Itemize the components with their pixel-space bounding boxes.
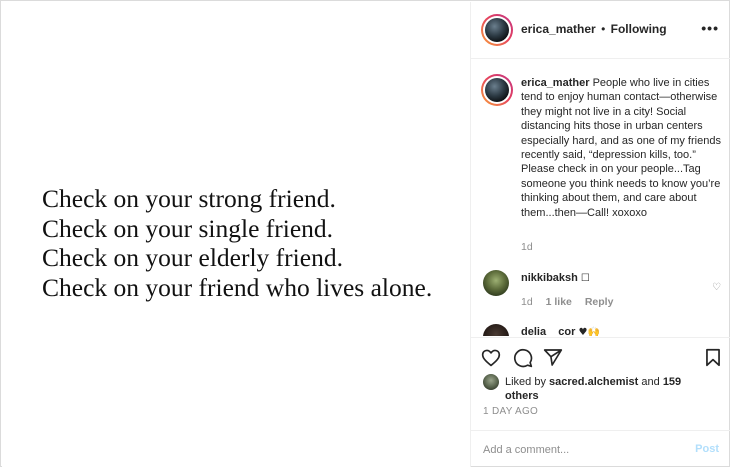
separator-dot: • [601,22,606,36]
commenter-username[interactable]: nikkibaksh [521,272,578,284]
like-heart-icon[interactable] [481,348,501,367]
image-line: Check on your friend who lives alone. [42,272,433,302]
following-status[interactable]: Following [611,22,667,36]
post-comment-button[interactable]: Post [695,443,719,455]
comment-line: nikkibaksh ☐ [521,272,590,284]
comment-like-heart-icon[interactable]: ♡ [712,282,721,293]
caption-username-link[interactable]: erica_mather [521,77,590,89]
caption-author-avatar[interactable] [481,74,513,106]
post-header: erica_mather • Following ••• [471,2,730,59]
caption-body: People who live in cities tend to enjoy … [521,77,721,219]
share-paper-plane-icon[interactable] [543,348,563,367]
liked-by-text: Liked by sacred.alchemist and 159 others [505,375,705,403]
comment-likes[interactable]: 1 like [546,296,572,308]
author-username-link[interactable]: erica_mather [521,22,596,36]
comment-line: delia__cor ♥🙌 [521,326,600,336]
post-sidebar: erica_mather • Following ••• erica_mathe… [470,2,730,467]
comment-time[interactable]: 1d [521,296,533,308]
caption-text-block: erica_mather People who live in cities t… [521,76,721,220]
save-bookmark-icon[interactable] [705,348,721,367]
liker-avatar[interactable] [483,374,499,390]
add-comment-input[interactable] [483,441,673,459]
post-actions: Liked by sacred.alchemist and 159 others… [471,337,730,467]
image-line: Check on your single friend. [42,213,334,243]
commenter-avatar[interactable] [483,270,509,296]
liker-username[interactable]: sacred.alchemist [549,376,638,388]
post-frame: Check on your strong friend. Check on yo… [0,0,730,467]
post-date[interactable]: 1 DAY AGO [483,406,538,417]
comment-bubble-icon[interactable] [513,348,533,368]
add-comment-bar: Post [471,430,730,467]
post-image-text: Check on your strong friend. Check on yo… [42,184,432,302]
comment-meta: 1d 1 like Reply [521,296,623,308]
image-line: Check on your strong friend. [42,184,336,213]
header-user-line: erica_mather • Following [521,22,667,36]
caption-timestamp[interactable]: 1d [521,241,533,253]
comment-text: ♥🙌 [578,327,600,336]
reply-button[interactable]: Reply [585,296,614,308]
liked-by-and: and [641,376,660,388]
comment-item: nikkibaksh ☐ 1d 1 like Reply ♡ [471,270,730,320]
post-image[interactable]: Check on your strong friend. Check on yo… [2,2,470,467]
author-avatar[interactable] [481,14,513,46]
comments-section[interactable]: erica_mather People who live in cities t… [471,60,730,336]
comment-text: ☐ [580,273,590,284]
image-line: Check on your elderly friend. [42,243,343,272]
commenter-avatar[interactable] [483,324,509,336]
more-options-icon[interactable]: ••• [701,20,719,36]
liked-by-prefix: Liked by [505,376,546,388]
commenter-username[interactable]: delia__cor [521,326,575,336]
comment-item: delia__cor ♥🙌 ♡ [471,324,730,336]
